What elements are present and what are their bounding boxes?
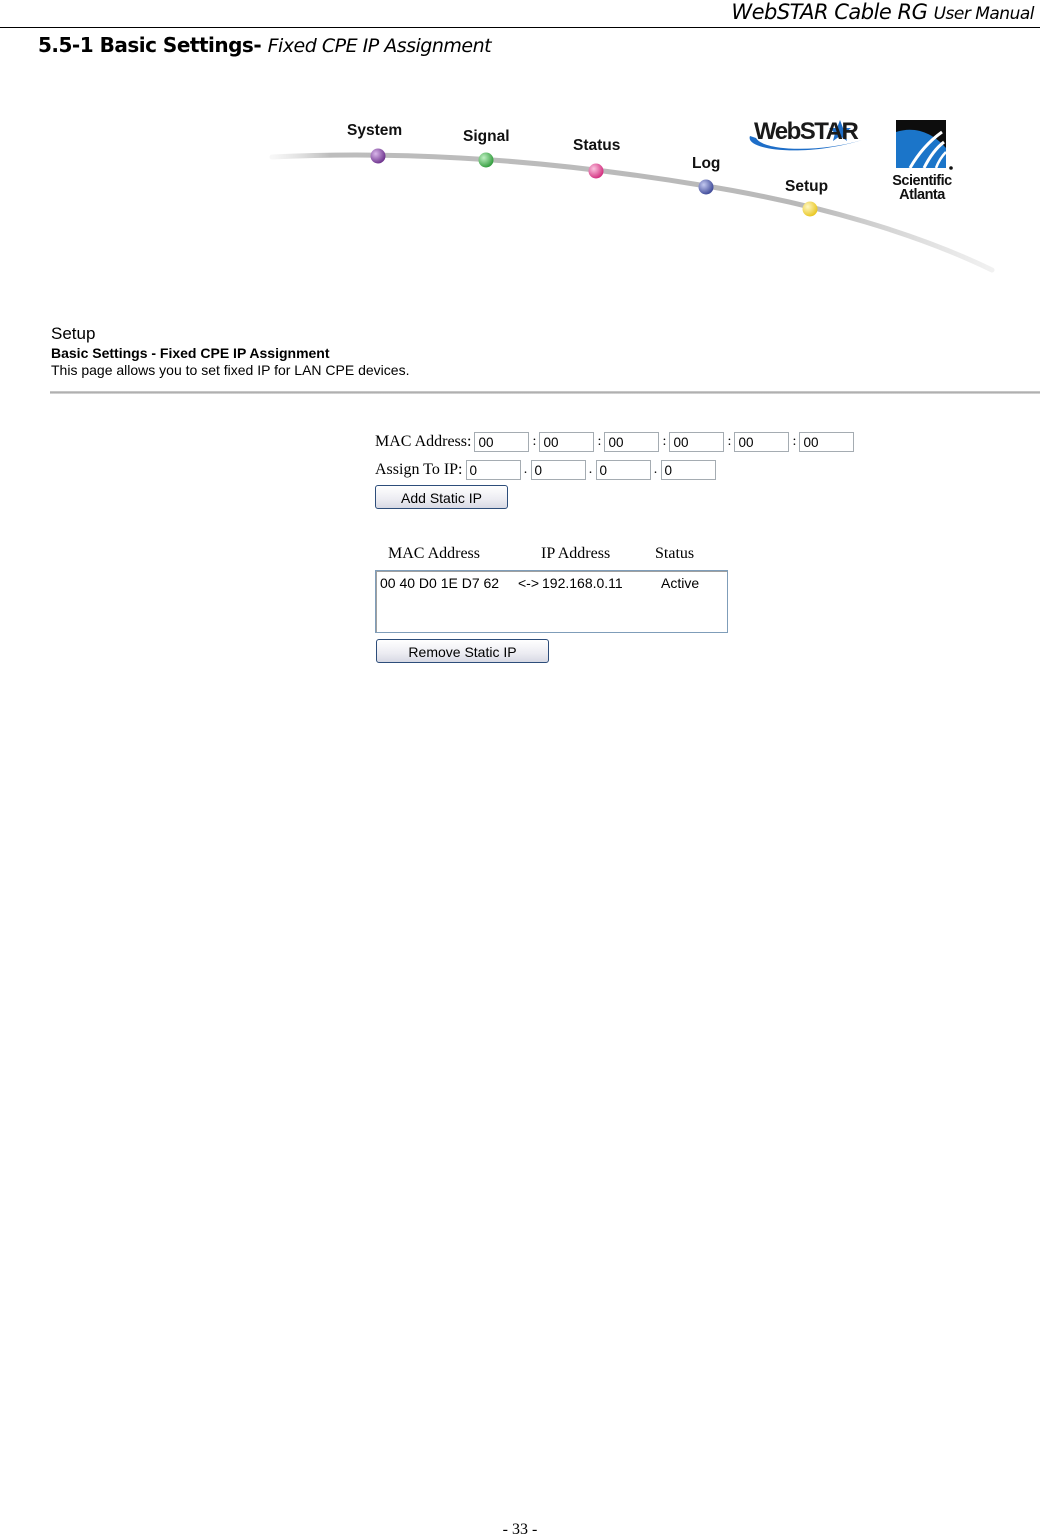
setup-divider	[50, 391, 1040, 394]
mac-octet-1[interactable]	[474, 432, 530, 452]
nav-dot-system[interactable]	[370, 148, 386, 164]
section-title: 5.5-1 Basic Settings- Fixed CPE IP Assig…	[38, 33, 492, 57]
page-description: This page allows you to set fixed IP for…	[51, 362, 410, 378]
ip-separator: .	[588, 462, 593, 477]
mac-separator: :	[727, 434, 732, 449]
entry-mac: 00 40 D0 1E D7 62	[380, 575, 500, 591]
assign-ip-row: Assign To IP: . . .	[375, 457, 854, 483]
page-title: Setup	[51, 324, 96, 343]
section-subtitle: Fixed CPE IP Assignment	[267, 35, 492, 57]
assign-ip-label: Assign To IP:	[375, 461, 463, 478]
setup-heading: Setup Basic Settings - Fixed CPE IP Assi…	[51, 324, 409, 379]
ip-octet-3[interactable]	[595, 460, 651, 480]
column-header-ip: IP Address	[541, 545, 611, 562]
company-logo-line2: Atlanta	[899, 187, 945, 203]
mac-octet-4[interactable]	[669, 432, 725, 452]
remove-static-ip-button[interactable]: Remove Static IP	[376, 639, 549, 663]
ip-separator: .	[653, 462, 658, 477]
nav-status[interactable]: Status	[573, 137, 620, 155]
webstar-logo: WebSTAR	[744, 118, 874, 158]
nav-dot-status[interactable]	[588, 163, 604, 179]
nav-dot-log[interactable]	[698, 179, 714, 195]
static-ip-listbox[interactable]: 00 40 D0 1E D7 62 <-> 192.168.0.11 Activ…	[375, 570, 728, 633]
mac-octet-5[interactable]	[734, 432, 790, 452]
document-header: WebSTAR Cable RG User Manual	[731, 0, 1034, 24]
ip-octet-4[interactable]	[660, 460, 716, 480]
mac-octet-2[interactable]	[539, 432, 595, 452]
header-title: WebSTAR Cable RG	[731, 0, 928, 24]
company-logo-line1: Scientific	[892, 173, 952, 189]
ip-separator: .	[523, 462, 528, 477]
page-subtitle: Basic Settings - Fixed CPE IP Assignment	[51, 345, 330, 361]
static-ip-form: MAC Address: : : : : : Assign To IP: . .…	[375, 429, 855, 510]
header-divider	[0, 27, 1040, 28]
column-header-mac: MAC Address	[388, 545, 481, 562]
globe-emblem-icon	[896, 120, 953, 170]
ip-octet-2[interactable]	[530, 460, 586, 480]
company-logo-text: Scientific Atlanta	[884, 173, 960, 203]
mac-separator: :	[597, 434, 602, 449]
mac-address-row: MAC Address: : : : : :	[375, 429, 855, 455]
nav-dot-setup[interactable]	[802, 201, 818, 217]
entry-status: Active	[661, 575, 700, 591]
ip-octet-1[interactable]	[465, 460, 521, 480]
entry-ip: 192.168.0.11	[542, 575, 623, 591]
add-static-ip-button[interactable]: Add Static IP	[375, 485, 508, 509]
entry-arrow: <->	[518, 575, 540, 591]
page-number: - 33 -	[502, 1521, 538, 1538]
nav-signal[interactable]: Signal	[463, 128, 510, 146]
nav-log[interactable]: Log	[692, 155, 720, 173]
scientific-atlanta-logo: Scientific Atlanta	[884, 118, 964, 208]
column-header-status: Status	[655, 545, 695, 562]
nav-dot-signal[interactable]	[478, 152, 494, 168]
mac-address-label: MAC Address:	[375, 433, 472, 450]
mac-octet-6[interactable]	[799, 432, 855, 452]
webstar-logo-text: WebSTAR	[754, 118, 859, 145]
mac-separator: :	[532, 434, 537, 449]
nav-setup[interactable]: Setup	[785, 178, 828, 196]
mac-separator: :	[792, 434, 797, 449]
section-number-title: 5.5-1 Basic Settings-	[38, 33, 262, 57]
nav-system[interactable]: System	[347, 122, 402, 140]
mac-separator: :	[662, 434, 667, 449]
mac-octet-3[interactable]	[604, 432, 660, 452]
header-suffix: User Manual	[933, 4, 1035, 24]
